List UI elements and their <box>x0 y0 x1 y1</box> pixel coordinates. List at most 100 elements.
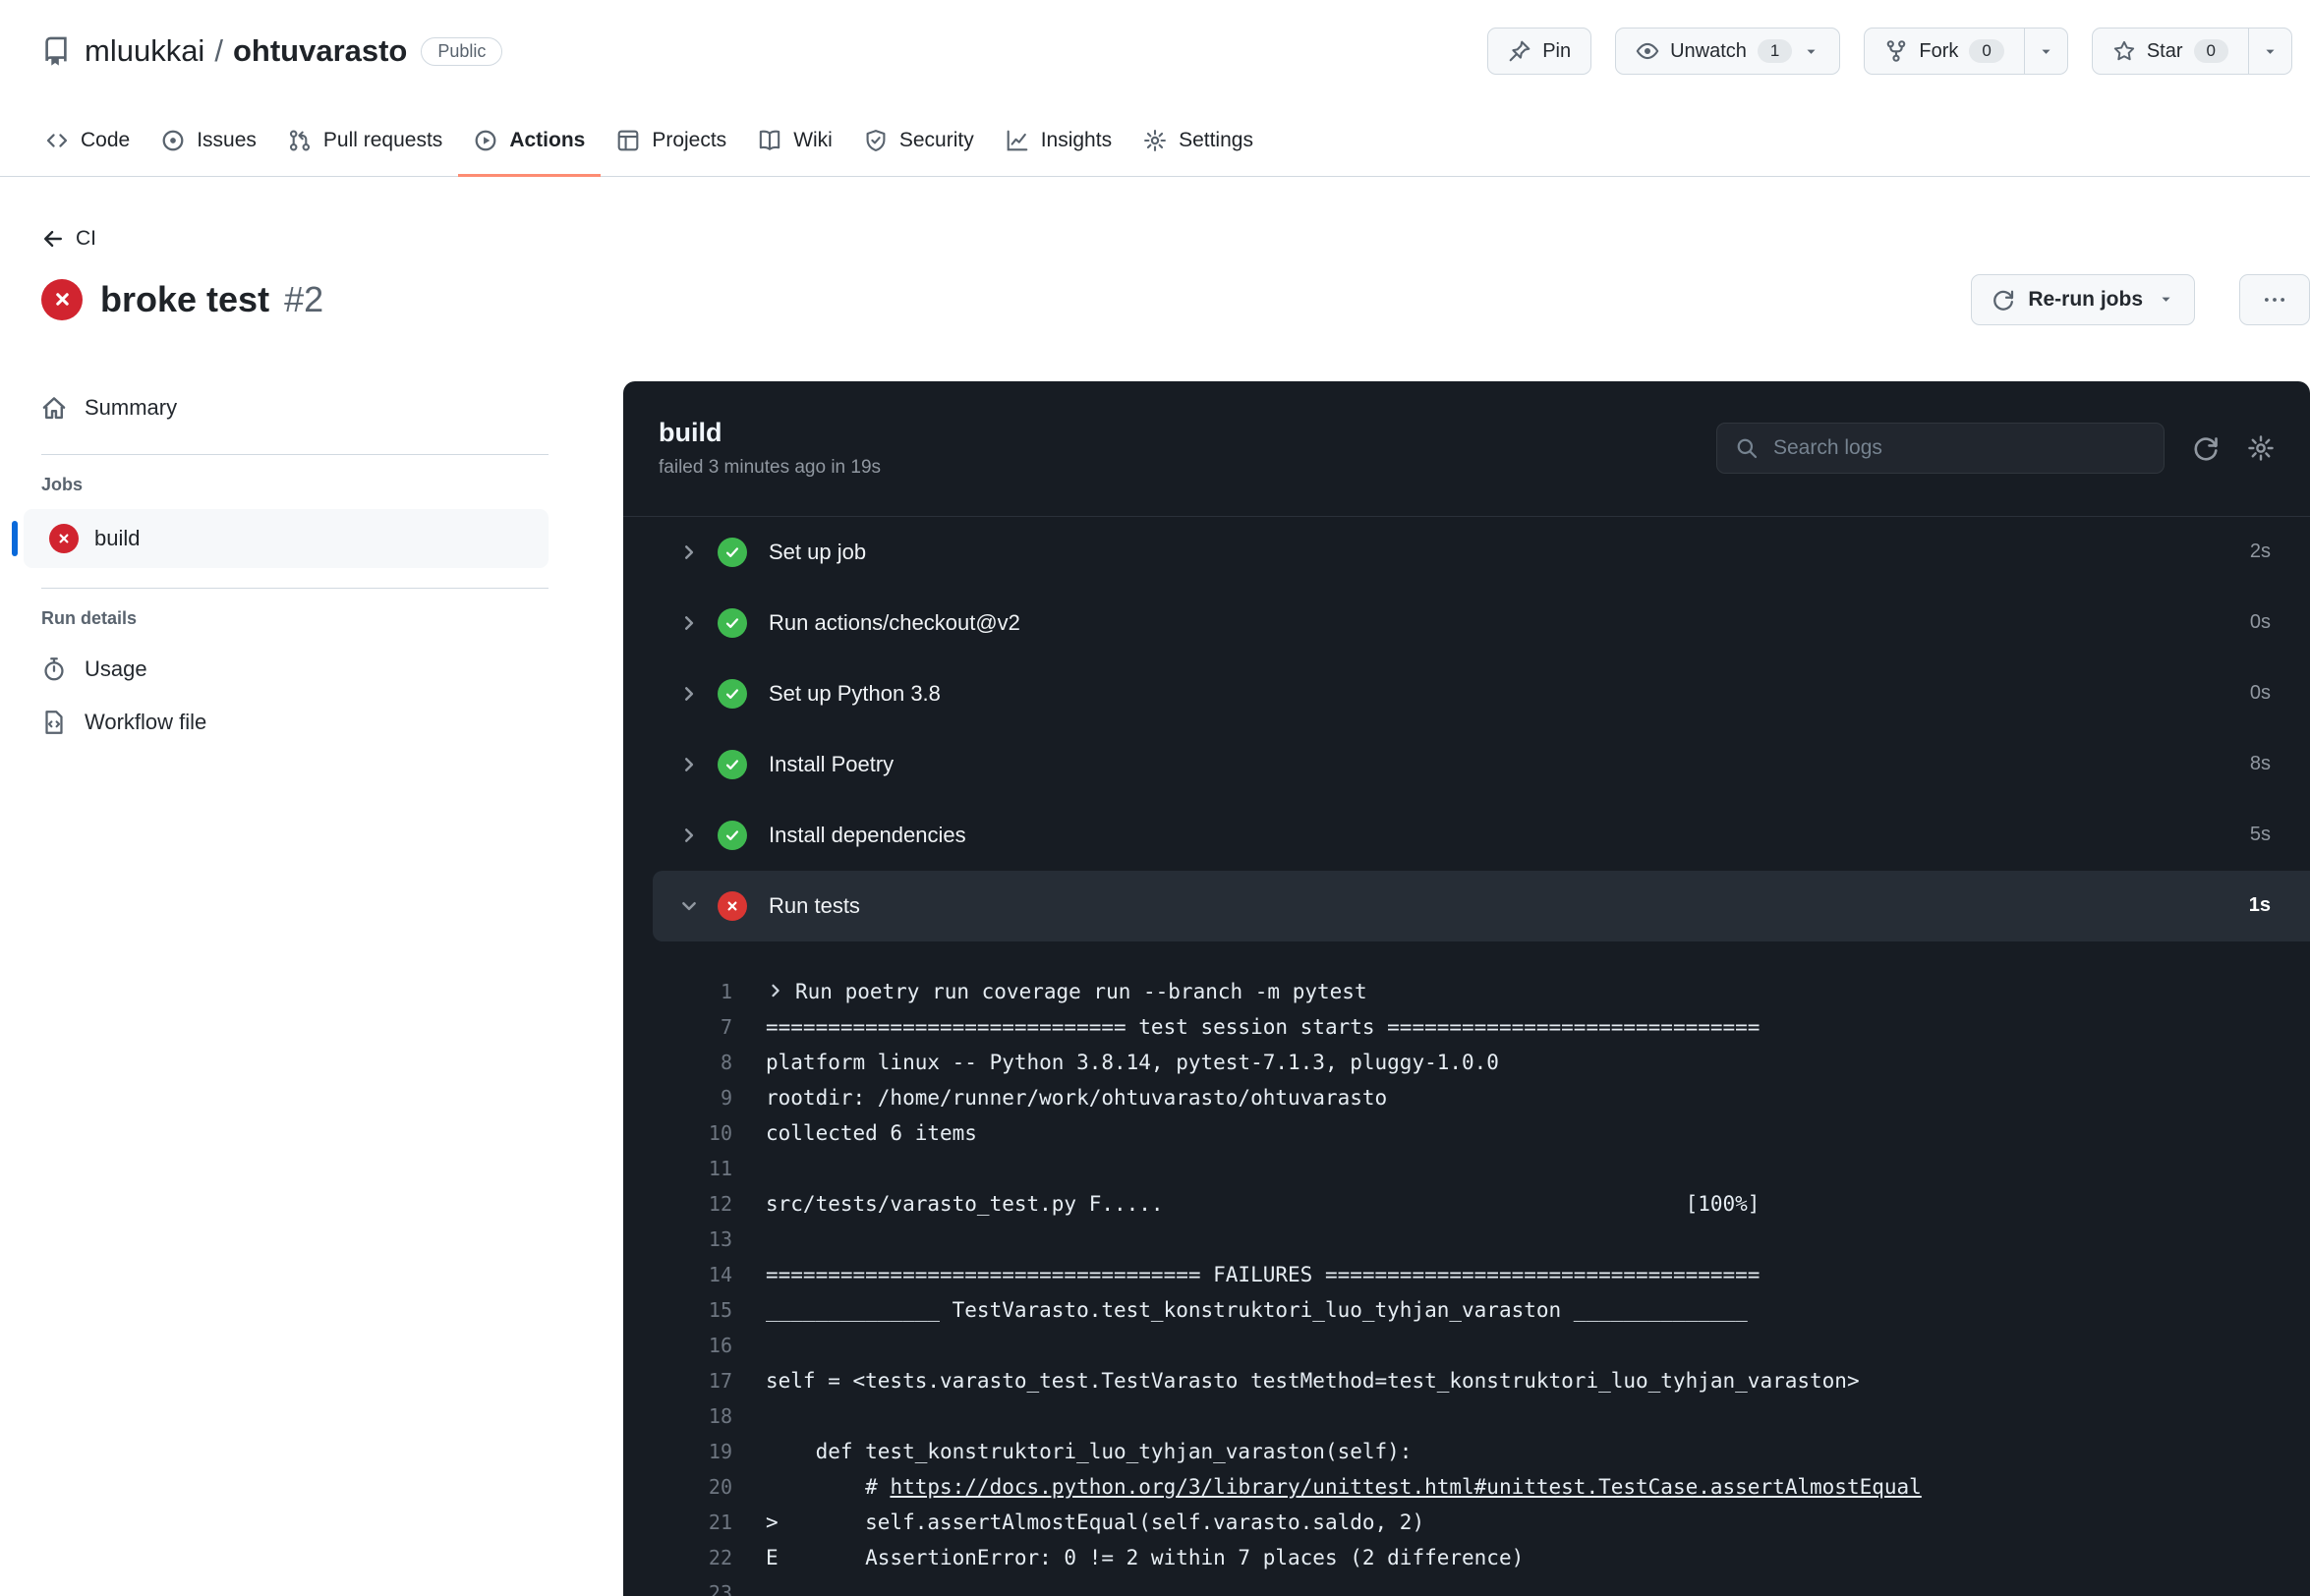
check-icon <box>723 543 741 561</box>
step-name: Run actions/checkout@v2 <box>769 609 1020 635</box>
log-line-number[interactable]: 22 <box>623 1540 766 1575</box>
x-icon <box>723 897 741 915</box>
tab-pull-requests[interactable]: Pull requests <box>272 106 458 177</box>
caret-down-icon <box>1803 43 1819 60</box>
search-icon <box>1735 436 1759 460</box>
log-line-number[interactable]: 8 <box>623 1045 766 1080</box>
sync-icon <box>2192 434 2220 462</box>
log-url-link[interactable]: https://docs.python.org/3/library/unitte… <box>890 1475 1921 1499</box>
sidebar-job-build[interactable]: build <box>12 508 549 568</box>
sidebar-item-label: Usage <box>85 656 147 681</box>
log-line-number[interactable]: 18 <box>623 1398 766 1434</box>
repo-name-link[interactable]: ohtuvarasto <box>233 33 407 69</box>
stopwatch-icon <box>41 656 67 682</box>
step-install-dependencies[interactable]: Install dependencies 5s <box>623 800 2310 871</box>
step-run-tests[interactable]: Run tests 1s <box>653 870 2310 941</box>
log-line-number[interactable]: 19 <box>623 1434 766 1469</box>
shield-icon <box>864 129 888 152</box>
search-logs-input[interactable] <box>1771 435 2146 461</box>
log-line-16: 16 <box>623 1328 2310 1363</box>
log-settings-button[interactable] <box>2247 434 2275 462</box>
jobs-list: build <box>12 508 549 568</box>
graph-icon <box>1006 129 1029 152</box>
rerun-jobs-button[interactable]: Re-run jobs <box>1971 273 2195 325</box>
star-dropdown-button[interactable] <box>2249 28 2292 75</box>
log-line-number[interactable]: 20 <box>623 1469 766 1505</box>
log-line-20: 20 # https://docs.python.org/3/library/u… <box>623 1469 2310 1505</box>
chevron-right-icon <box>678 612 700 634</box>
tab-issues[interactable]: Issues <box>145 106 272 177</box>
log-line-text: collected 6 items <box>766 1120 977 1145</box>
log-line-19: 19 def test_konstruktori_luo_tyhjan_vara… <box>623 1434 2310 1469</box>
log-line-number[interactable]: 9 <box>623 1080 766 1115</box>
job-name: build <box>659 418 722 447</box>
step-duration: 8s <box>2249 753 2271 774</box>
log-line-12: 12 src/tests/varasto_test.py F..... [100%… <box>623 1186 2310 1222</box>
chevron-right-icon <box>678 754 700 775</box>
log-line-text: # https://docs.python.org/3/library/unit… <box>766 1474 1922 1499</box>
caret-down-icon <box>2158 291 2174 308</box>
check-icon <box>723 826 741 844</box>
fork-button[interactable]: Fork 0 <box>1864 28 2025 75</box>
repo-title-row: mluukkai / ohtuvarasto Public Pin Unwatc… <box>0 22 2310 81</box>
tab-label: Settings <box>1179 128 1253 151</box>
sidebar-divider <box>41 587 549 589</box>
tab-wiki[interactable]: Wiki <box>742 106 848 177</box>
success-status-icon <box>718 678 747 709</box>
pin-icon <box>1508 39 1531 63</box>
step-duration: 2s <box>2249 541 2271 562</box>
sidebar-item-summary[interactable]: Summary <box>41 381 549 434</box>
log-line-number[interactable]: 7 <box>623 1009 766 1045</box>
tab-security[interactable]: Security <box>848 106 990 177</box>
step-duration: 1s <box>2248 894 2271 916</box>
log-line-number[interactable]: 1 <box>623 974 766 1009</box>
log-line-number[interactable]: 17 <box>623 1363 766 1398</box>
summary-label: Summary <box>85 394 178 420</box>
gear-icon <box>1143 129 1167 152</box>
caret-down-icon <box>2262 43 2279 60</box>
job-log-titles: build failed 3 minutes ago in 19s <box>659 418 881 479</box>
unwatch-button[interactable]: Unwatch 1 <box>1615 28 1841 75</box>
log-line-number[interactable]: 13 <box>623 1222 766 1257</box>
tab-actions[interactable]: Actions <box>458 106 602 177</box>
log-line-number[interactable]: 23 <box>623 1575 766 1596</box>
log-line-number[interactable]: 10 <box>623 1115 766 1151</box>
tab-settings[interactable]: Settings <box>1127 106 1269 177</box>
log-line-number[interactable]: 16 <box>623 1328 766 1363</box>
tab-insights[interactable]: Insights <box>990 106 1127 177</box>
log-line-22: 22 E AssertionError: 0 != 2 within 7 plac… <box>623 1540 2310 1575</box>
tab-projects[interactable]: Projects <box>601 106 742 177</box>
sidebar-item-workflow-file[interactable]: Workflow file <box>41 696 549 749</box>
star-button[interactable]: Star 0 <box>2091 28 2249 75</box>
check-icon <box>723 756 741 773</box>
step-run-actions-checkout-v2[interactable]: Run actions/checkout@v2 0s <box>623 588 2310 658</box>
tab-label: Actions <box>509 128 586 151</box>
step-name: Install Poetry <box>769 751 895 776</box>
sidebar-item-usage[interactable]: Usage <box>41 643 549 696</box>
log-line-number[interactable]: 21 <box>623 1505 766 1540</box>
fork-dropdown-button[interactable] <box>2024 28 2068 75</box>
step-install-poetry[interactable]: Install Poetry 8s <box>623 729 2310 800</box>
workflow-name: CI <box>76 226 96 250</box>
run-options-button[interactable] <box>2239 273 2310 325</box>
refresh-logs-button[interactable] <box>2192 434 2220 462</box>
log-line-18: 18 <box>623 1398 2310 1434</box>
log-line-number[interactable]: 11 <box>623 1151 766 1186</box>
job-log-header: build failed 3 minutes ago in 19s <box>623 381 2310 517</box>
log-line-number[interactable]: 12 <box>623 1186 766 1222</box>
run-details-section-header: Run details <box>41 607 138 628</box>
log-line-14: 14 =================================== FA… <box>623 1257 2310 1292</box>
log-line-number[interactable]: 14 <box>623 1257 766 1292</box>
run-page: CI broke test #2 Re-run jobs Summary Job… <box>0 177 2310 1596</box>
log-line-13: 13 <box>623 1222 2310 1257</box>
sync-icon <box>1992 288 2015 312</box>
step-set-up-python-3-8[interactable]: Set up Python 3.8 0s <box>623 658 2310 729</box>
home-icon <box>41 395 67 421</box>
log-line-17: 17 self = <tests.varasto_test.TestVarasto… <box>623 1363 2310 1398</box>
back-to-workflow-link[interactable]: CI <box>41 224 96 254</box>
repo-owner-link[interactable]: mluukkai <box>85 33 204 69</box>
tab-code[interactable]: Code <box>29 106 145 177</box>
step-set-up-job[interactable]: Set up job 2s <box>623 517 2310 588</box>
pin-button[interactable]: Pin <box>1487 28 1592 75</box>
log-line-number[interactable]: 15 <box>623 1292 766 1328</box>
